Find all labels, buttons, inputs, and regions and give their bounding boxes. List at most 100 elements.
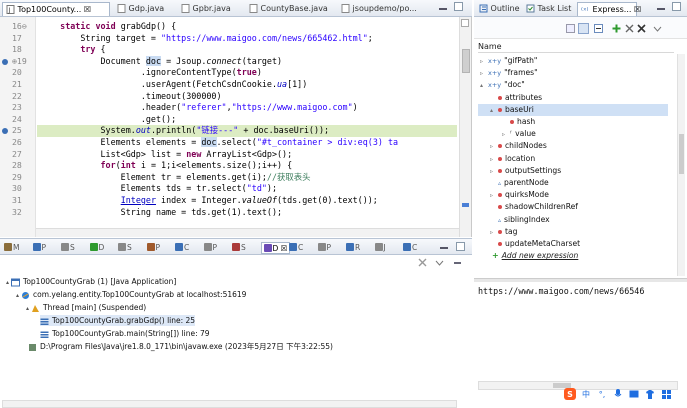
add-new-expression-row[interactable]: + Add new expression bbox=[484, 250, 578, 262]
ime-logo-icon[interactable]: S bbox=[564, 388, 576, 400]
skin-icon[interactable] bbox=[644, 388, 656, 400]
code-editor[interactable]: 16⊖ 17 18 ⊕19 20 21 22 23 24 25 26 27 28 29 30 31 32 sta… bbox=[0, 17, 472, 237]
tab-gdp[interactable]: Gdp.java bbox=[114, 2, 174, 16]
debug-minimize-button[interactable] bbox=[440, 243, 448, 251]
debug-view-tab[interactable]: C bbox=[289, 242, 303, 254]
debug-tree-row[interactable]: ▴ Top100CountyGrab (1) [Java Application] bbox=[6, 276, 176, 287]
expand-arrow-icon[interactable]: ▹ bbox=[490, 190, 498, 202]
tab-gpbr[interactable]: Gpbr.java bbox=[178, 2, 242, 16]
debug-view-tab[interactable]: M bbox=[4, 242, 19, 254]
expand-arrow-icon[interactable]: ▹ bbox=[480, 56, 488, 68]
expand-arrow-icon[interactable]: ▹ bbox=[490, 154, 498, 166]
code-line[interactable]: String name = tds.get(1).text(); bbox=[40, 207, 457, 219]
code-line[interactable]: .timeout(300000) bbox=[40, 91, 457, 103]
tab-countybase[interactable]: CountyBase.java bbox=[246, 2, 334, 16]
variable-row[interactable]: ▹ childNodes bbox=[490, 140, 547, 152]
editor-vertical-scrollbar[interactable] bbox=[459, 17, 471, 237]
tab-expressions[interactable]: ⁽ˣ⁾ Express... ☒ bbox=[577, 2, 641, 16]
debug-tree-row[interactable]: ▴ com.yelang.entity.Top100CountyGrab at l… bbox=[16, 289, 246, 300]
debug-view-tab[interactable]: P bbox=[203, 242, 217, 254]
expand-arrow-icon[interactable]: ▹ bbox=[490, 166, 498, 178]
code-line[interactable]: for(int i = 1;i<elements.size();i++) { bbox=[40, 160, 457, 172]
view-menu-icon[interactable] bbox=[435, 258, 444, 267]
debug-view-tab[interactable]: R bbox=[346, 242, 360, 254]
show-type-names-icon[interactable] bbox=[566, 24, 575, 33]
expand-arrow-icon[interactable]: ▴ bbox=[6, 279, 9, 286]
ime-language-label[interactable]: 中 bbox=[580, 388, 592, 400]
debug-minimize-icon[interactable] bbox=[453, 258, 462, 267]
debug-maximize-button[interactable] bbox=[456, 242, 465, 251]
variable-row[interactable]: hash bbox=[502, 116, 535, 128]
variable-row[interactable]: ▹ x+y "frames" bbox=[480, 67, 538, 79]
debug-view-tab[interactable]: C bbox=[403, 242, 417, 254]
detail-pane-value[interactable]: https://www.maigoo.com/news/66546 bbox=[478, 286, 644, 296]
name-column-header[interactable]: Name bbox=[478, 41, 674, 53]
variable-row[interactable]: ▵ parentNode bbox=[490, 177, 549, 189]
code-line[interactable]: .userAgent(FetchCsdnCookie.ua[1]) bbox=[40, 79, 457, 91]
code-line[interactable]: .get(); bbox=[40, 114, 457, 126]
variable-row[interactable]: ▹ x+y "gifPath" bbox=[480, 55, 537, 67]
add-expression-icon[interactable] bbox=[612, 24, 621, 33]
show-logical-structure-icon[interactable] bbox=[578, 23, 589, 34]
debug-view-tab[interactable]: D ☒ bbox=[260, 242, 291, 254]
tab-jsoupdemo[interactable]: jsoupdemo/po... bbox=[338, 2, 418, 16]
code-line[interactable]: List<Gdp> list = new ArrayList<Gdp>(); bbox=[40, 149, 457, 161]
stack-frame-row[interactable]: Top100CountyGrab.grabGdp() line: 25 bbox=[40, 315, 196, 326]
editor-scroll-thumb[interactable] bbox=[462, 49, 470, 73]
debug-view-tab[interactable]: S bbox=[118, 242, 132, 254]
debug-tree-row[interactable]: D:\Program Files\Java\jre1.8.0_171\bin\j… bbox=[28, 341, 333, 352]
view-menu-icon[interactable] bbox=[653, 24, 662, 33]
expand-arrow-icon[interactable]: ▹ bbox=[480, 68, 488, 80]
debug-view-tab[interactable]: P bbox=[146, 242, 160, 254]
microphone-icon[interactable] bbox=[612, 388, 624, 400]
variable-row[interactable]: ▴ baseUri bbox=[478, 103, 668, 117]
current-line[interactable]: System.out.println("链接---" + doc.baseUri… bbox=[37, 125, 457, 137]
breakpoint-marker[interactable] bbox=[1, 57, 9, 67]
debug-view-tab[interactable]: C bbox=[175, 242, 189, 254]
variable-row[interactable]: ▹ ᶠ value bbox=[502, 128, 536, 140]
code-line[interactable]: String target = "https://www.maigoo.com/… bbox=[40, 33, 457, 45]
variable-row[interactable]: updateMetaCharset bbox=[490, 238, 580, 250]
variable-row[interactable]: ▹ outputSettings bbox=[490, 165, 561, 177]
current-line-marker[interactable] bbox=[1, 126, 9, 136]
code-line[interactable]: .header("referer","https://www.maigoo.co… bbox=[40, 102, 457, 114]
expressions-scrollbar[interactable] bbox=[677, 54, 685, 276]
keyboard-icon[interactable] bbox=[628, 388, 640, 400]
expand-arrow-icon[interactable]: ▹ bbox=[490, 227, 498, 239]
debug-tree-row[interactable]: ▴ Thread [main] (Suspended) bbox=[26, 302, 146, 313]
remove-all-icon[interactable] bbox=[637, 24, 646, 33]
expand-arrow-icon[interactable]: ▴ bbox=[480, 80, 488, 92]
debug-view-tab[interactable]: D bbox=[89, 242, 104, 254]
punctuation-icon[interactable]: °, bbox=[596, 388, 608, 400]
ime-menu-icon[interactable] bbox=[660, 388, 672, 400]
tab-top100countygrab[interactable]: J Top100County... ☒ bbox=[2, 2, 110, 16]
remove-expression-icon[interactable] bbox=[625, 24, 634, 33]
expand-arrow-icon[interactable]: ▴ bbox=[16, 292, 19, 299]
expand-arrow-icon[interactable]: ▹ bbox=[490, 141, 498, 153]
expand-arrow-icon[interactable]: ▴ bbox=[490, 105, 498, 117]
expand-arrow-icon[interactable]: ▹ bbox=[502, 129, 510, 141]
tab-outline[interactable]: Outline bbox=[476, 2, 521, 16]
collapse-all-icon[interactable] bbox=[594, 24, 603, 33]
maximize-button[interactable] bbox=[454, 2, 463, 11]
code-line[interactable]: Integer index = Integer.valueOf(tds.get(… bbox=[40, 195, 457, 207]
code-line[interactable]: try { bbox=[40, 44, 457, 56]
remove-terminated-icon[interactable] bbox=[418, 258, 427, 267]
code-line[interactable]: Elements tds = tr.select("td"); bbox=[40, 183, 457, 195]
debug-horizontal-scrollbar[interactable] bbox=[2, 400, 457, 408]
code-line[interactable]: .ignoreContentType(true) bbox=[40, 67, 457, 79]
debug-view-tab[interactable]: P bbox=[317, 242, 331, 254]
stack-frame-row[interactable]: Top100CountyGrab.main(String[]) line: 79 bbox=[40, 328, 210, 339]
variable-row[interactable]: shadowChildrenRef bbox=[490, 201, 578, 213]
editor-horizontal-scrollbar[interactable] bbox=[36, 228, 459, 237]
variable-row[interactable]: ▹ location bbox=[490, 153, 535, 165]
variable-row[interactable]: ▵ siblingIndex bbox=[490, 214, 550, 226]
minimize-button[interactable] bbox=[438, 2, 448, 12]
code-line[interactable]: static void grabGdp() { bbox=[40, 21, 457, 33]
right-minimize-button[interactable] bbox=[656, 2, 666, 12]
variable-row[interactable]: ▴ x+y "doc" bbox=[480, 79, 525, 91]
detail-splitter[interactable] bbox=[474, 278, 687, 282]
variable-row[interactable]: ▹ tag bbox=[490, 226, 517, 238]
debug-view-tab[interactable]: J bbox=[374, 242, 386, 254]
expand-arrow-icon[interactable]: ▴ bbox=[26, 305, 29, 312]
